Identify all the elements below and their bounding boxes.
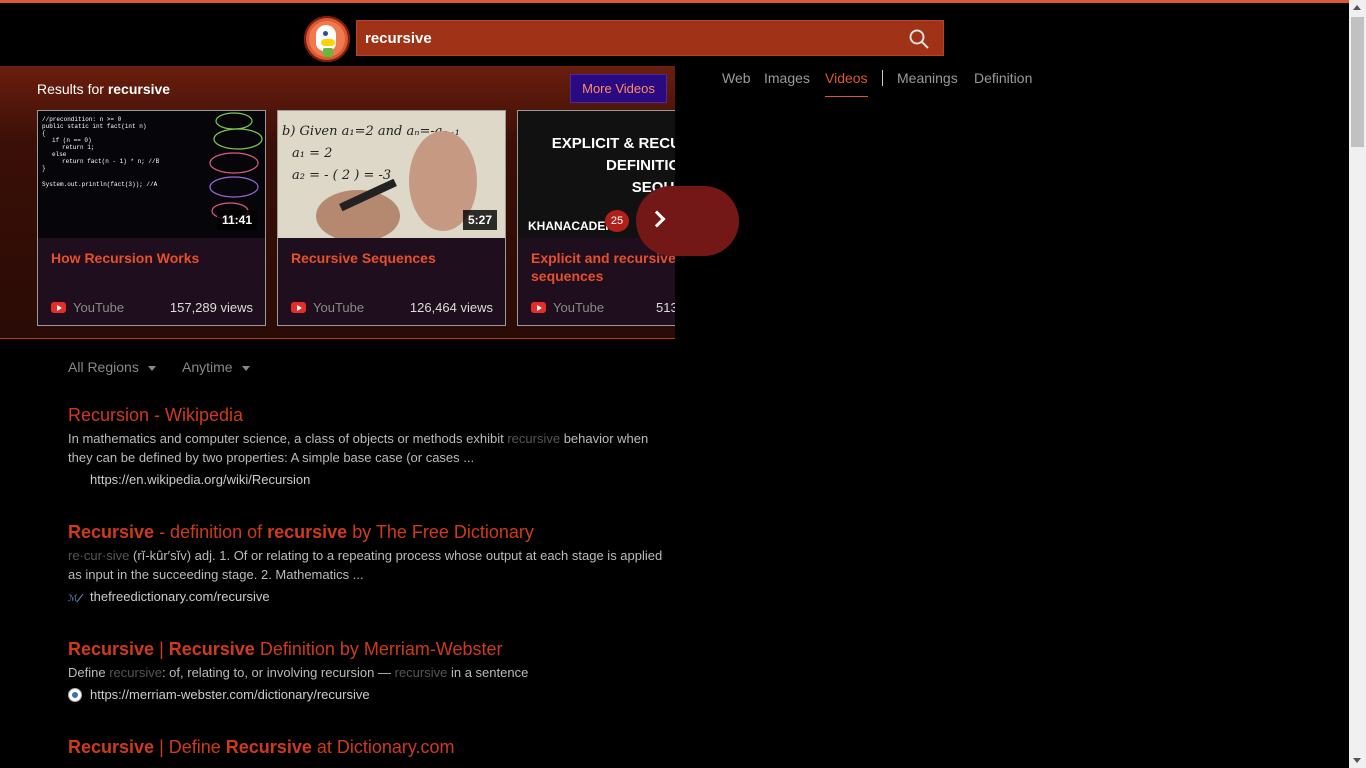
- video-views: 126,464 views: [409, 300, 493, 315]
- video-count-badge: 25: [605, 210, 629, 232]
- svg-text:System.out.println(fact(3)); /: System.out.println(fact(3)); //A: [42, 181, 158, 188]
- search-result: Recursive | Define Recursive at Dictiona…: [68, 737, 668, 758]
- result-snippet: re·cur·sive (rĭ-kûr′sĭv) adj. 1. Of or r…: [68, 548, 663, 582]
- video-views: 157,289 views: [169, 300, 253, 315]
- search-result: Recursive - definition of recursive by T…: [68, 522, 668, 604]
- result-url[interactable]: ℳ thefreedictionary.com/recursive: [68, 589, 668, 604]
- tab-videos[interactable]: Videos: [825, 70, 868, 97]
- top-accent-line: [0, 0, 1349, 3]
- svg-text:if (n == 0): if (n == 0): [52, 137, 92, 144]
- result-title[interactable]: Recursive | Define Recursive at Dictiona…: [68, 737, 668, 758]
- search-icon[interactable]: [909, 29, 929, 49]
- video-title[interactable]: Explicit and recursive definitions of se…: [531, 249, 675, 285]
- free-dictionary-favicon-icon: ℳ: [68, 593, 84, 604]
- more-videos-button[interactable]: More Videos: [570, 74, 667, 103]
- scroll-down-icon[interactable]: [1353, 758, 1361, 763]
- duckduckgo-logo[interactable]: [304, 16, 350, 62]
- video-source: YouTube: [51, 300, 124, 315]
- search-input[interactable]: [357, 21, 897, 55]
- search-box: [356, 20, 944, 56]
- next-videos-button[interactable]: [636, 186, 739, 256]
- chevron-down-icon: [147, 365, 156, 371]
- svg-text:public static int fact(int n): public static int fact(int n): [42, 123, 146, 130]
- svg-text:{: {: [42, 130, 46, 137]
- svg-text:else: else: [52, 151, 67, 158]
- result-title[interactable]: Recursive | Recursive Definition by Merr…: [68, 639, 668, 660]
- video-results-panel: Results for recursive More Videos //prec…: [0, 66, 675, 339]
- video-title[interactable]: Recursive Sequences: [291, 249, 497, 267]
- tab-definition[interactable]: Definition: [974, 70, 1032, 86]
- youtube-icon: [531, 302, 546, 313]
- result-snippet: Define recursive: of, relating to, or in…: [68, 665, 529, 680]
- scrollbar-thumb[interactable]: [1351, 17, 1364, 147]
- svg-text:ℳ: ℳ: [68, 594, 78, 604]
- video-duration: 5:27: [462, 210, 497, 230]
- thumbnail-caption: EXPLICIT & RECURSIVE DEFINITIONS OF SEQU…: [551, 135, 675, 196]
- chevron-down-icon: [241, 365, 250, 371]
- svg-text:return 1;: return 1;: [62, 144, 94, 151]
- svg-text:a₁ = 2: a₁ = 2: [292, 146, 332, 161]
- video-card[interactable]: b) Given a₁=2 and aₙ=-aₙ₋₁ a₁ = 2 a₂ = -…: [277, 110, 506, 326]
- result-url[interactable]: https://en.wikipedia.org/wiki/Recursion: [68, 472, 668, 487]
- svg-text:a₂ = - ( 2 ) = -3: a₂ = - ( 2 ) = -3: [292, 168, 391, 183]
- video-card[interactable]: //precondition: n >= 0 public static int…: [37, 110, 266, 326]
- svg-text:}: }: [42, 165, 46, 172]
- video-views: 513: [656, 300, 675, 315]
- time-filter[interactable]: Anytime: [182, 359, 250, 375]
- video-thumbnail: b) Given a₁=2 and aₙ=-aₙ₋₁ a₁ = 2 a₂ = -…: [278, 111, 505, 238]
- youtube-icon: [51, 302, 66, 313]
- tab-meanings[interactable]: Meanings: [897, 70, 958, 86]
- chevron-right-icon: [648, 210, 666, 228]
- region-filter[interactable]: All Regions: [68, 359, 156, 375]
- tab-images[interactable]: Images: [764, 70, 810, 86]
- result-title[interactable]: Recursive - definition of recursive by T…: [68, 522, 668, 543]
- tab-web[interactable]: Web: [722, 70, 751, 86]
- merriam-webster-favicon-icon: [68, 687, 82, 702]
- search-result: Recursion - Wikipedia In mathematics and…: [68, 405, 668, 487]
- video-source: YouTube: [291, 300, 364, 315]
- result-title[interactable]: Recursion - Wikipedia: [68, 405, 668, 426]
- svg-text://precondition: n >= 0: //precondition: n >= 0: [42, 116, 122, 123]
- favicon-icon: [68, 473, 84, 487]
- youtube-icon: [291, 302, 306, 313]
- video-source: YouTube: [531, 300, 604, 315]
- result-snippet: In mathematics and computer science, a c…: [68, 431, 649, 465]
- video-thumbnail: //precondition: n >= 0 public static int…: [38, 111, 265, 238]
- search-result: Recursive | Recursive Definition by Merr…: [68, 639, 668, 702]
- scroll-up-icon[interactable]: [1353, 5, 1361, 10]
- svg-text:return fact(n - 1) * n; //B: return fact(n - 1) * n; //B: [62, 158, 160, 165]
- tab-divider: [882, 70, 883, 86]
- video-duration: 11:41: [216, 210, 257, 230]
- video-title[interactable]: How Recursion Works: [51, 249, 257, 267]
- page-scrollbar[interactable]: [1349, 0, 1366, 768]
- result-url[interactable]: https://merriam-webster.com/dictionary/r…: [68, 687, 668, 702]
- results-heading: Results for recursive: [37, 81, 171, 97]
